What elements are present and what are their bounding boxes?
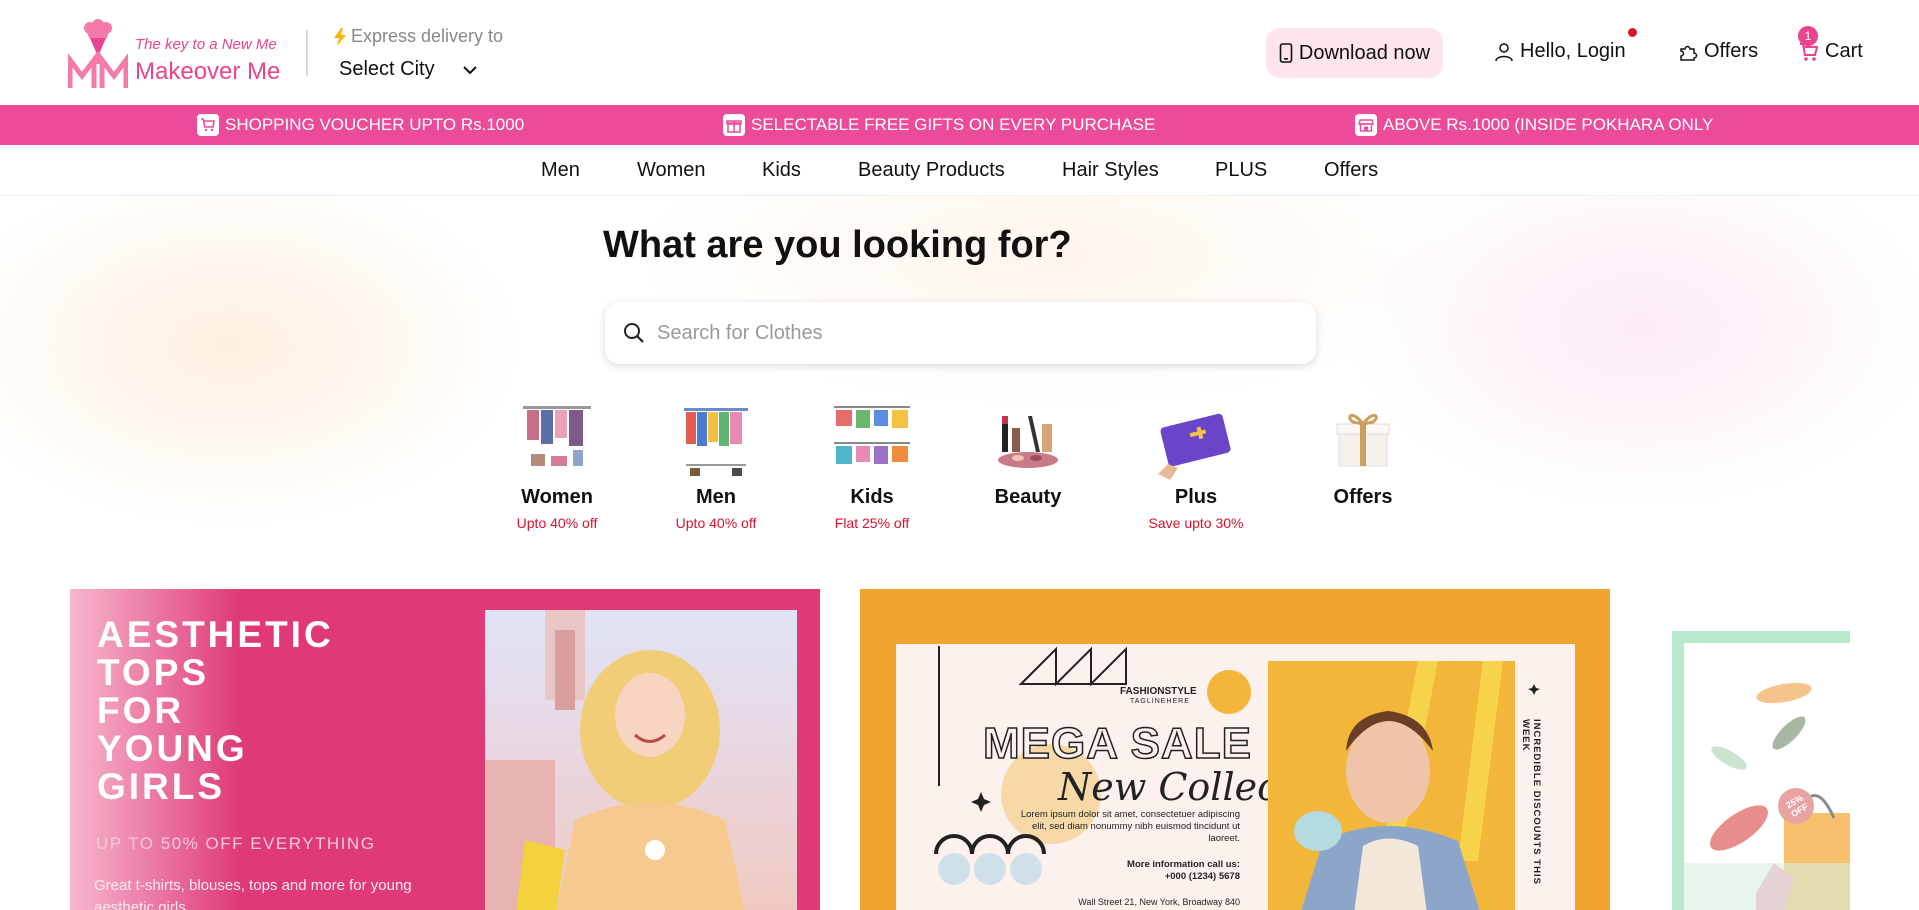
nav-item-beauty-products[interactable]: Beauty Products	[858, 159, 1005, 182]
category-discount: Upto 40% off	[675, 515, 757, 531]
promo-gifts: SELECTABLE FREE GIFTS ON EVERY PURCHASE	[723, 105, 1155, 145]
banner-subtitle: UP TO 50% OFF EVERYTHING	[96, 834, 376, 853]
download-app-label: Download now	[1298, 41, 1431, 64]
category-discount: Upto 40% off	[516, 515, 598, 531]
category-discount: Flat 25% off	[834, 515, 910, 531]
poster-headline: MEGA SALE	[982, 718, 1252, 769]
category-kids[interactable]: Kids Flat 25% off	[802, 402, 942, 531]
category-label: Women	[521, 486, 593, 508]
site-header: The key to a New Me Makeover Me Express …	[0, 0, 1919, 105]
cart-count-badge: 1	[1798, 26, 1818, 46]
nav-item-kids[interactable]: Kids	[762, 159, 801, 182]
promo-pokhara-text: ABOVE Rs.1000 (INSIDE POKHARA ONLY	[1383, 115, 1714, 134]
model-photo	[1268, 661, 1515, 910]
login-label: Hello, Login	[1520, 40, 1626, 62]
banner-title: AESTHETIC TOPS FOR YOUNG GIRLS	[97, 614, 334, 807]
city-select-value: Select City	[339, 58, 435, 80]
express-delivery-label: Express delivery to	[333, 26, 503, 47]
express-delivery-text: Express delivery to	[351, 26, 504, 46]
promo-pokhara: ABOVE Rs.1000 (INSIDE POKHARA ONLY	[1355, 105, 1713, 145]
category-label: Plus	[1174, 486, 1218, 508]
banner-aesthetic-tops[interactable]: AESTHETIC TOPS FOR YOUNG GIRLS UP TO 50%…	[70, 589, 820, 910]
model-photo	[485, 610, 797, 910]
discount-poster: 25% OFF	[1684, 643, 1850, 910]
category-label: Kids	[850, 486, 894, 508]
login-link[interactable]: Hello, Login	[1494, 40, 1626, 63]
shopping-cart-icon	[197, 114, 219, 136]
category-beauty[interactable]: Beauty	[958, 402, 1098, 515]
header-divider	[306, 30, 308, 76]
main-nav: Men Women Kids Beauty Products Hair Styl…	[0, 145, 1919, 195]
nav-item-plus[interactable]: PLUS	[1215, 159, 1267, 182]
promo-voucher: SHOPPING VOUCHER UPTO Rs.1000	[197, 105, 524, 145]
chevron-down-icon	[462, 65, 477, 74]
nav-item-women[interactable]: Women	[637, 159, 706, 182]
category-plus[interactable]: Plus Save upto 30%	[1126, 402, 1266, 531]
banner-mega-sale[interactable]: FASHIONSTYLE TAGLINEHERE MEGA SALE New C…	[860, 589, 1610, 910]
notification-dot	[1628, 28, 1637, 37]
category-women[interactable]: Women Upto 40% off	[487, 402, 627, 531]
search-input[interactable]	[657, 321, 1257, 345]
search-bar[interactable]	[605, 302, 1316, 364]
category-offers[interactable]: Offers	[1293, 402, 1433, 515]
kids-clothes-image	[832, 402, 912, 482]
phone-icon	[1279, 43, 1293, 63]
nav-item-men[interactable]: Men	[541, 159, 580, 182]
men-clothes-image	[676, 402, 756, 482]
poster-phone: +000 (1234) 5678	[1164, 871, 1240, 882]
category-men[interactable]: Men Upto 40% off	[646, 402, 786, 531]
category-discount: Save upto 30%	[1148, 515, 1244, 531]
promo-gifts-text: SELECTABLE FREE GIFTS ON EVERY PURCHASE	[751, 115, 1156, 134]
user-icon	[1495, 42, 1513, 61]
brand-logo[interactable]	[67, 18, 129, 88]
poster-address: Wall Street 21, New York, Broadway 840	[1078, 897, 1240, 907]
hero-title: What are you looking for?	[603, 224, 1072, 266]
cart-label: Cart	[1825, 40, 1863, 62]
lightning-icon	[334, 27, 346, 46]
search-icon	[624, 323, 644, 343]
nav-item-hair-styles[interactable]: Hair Styles	[1062, 159, 1159, 182]
offers-link[interactable]: Offers	[1678, 40, 1758, 63]
brand-tagline: The key to a New Me	[135, 36, 277, 53]
promo-bar: SHOPPING VOUCHER UPTO Rs.1000 SELECTABLE…	[0, 105, 1919, 145]
brand-name[interactable]: Makeover Me	[135, 58, 280, 86]
women-clothes-image	[517, 402, 597, 482]
poster-contact-label: More information call us:	[1127, 859, 1240, 870]
poster-vertical-text: INCREDIBLE DISCOUNTS THIS WEEK	[1520, 719, 1542, 885]
poster-body: Lorem ipsum dolor sit amet, consectetuer…	[1020, 809, 1240, 844]
nav-item-offers[interactable]: Offers	[1324, 159, 1378, 182]
plus-card-image	[1156, 402, 1236, 482]
store-icon	[1355, 114, 1377, 136]
poster-tagline: TAGLINEHERE	[1130, 698, 1190, 705]
category-label: Men	[696, 486, 736, 508]
category-label: Offers	[1333, 486, 1393, 508]
download-app-button[interactable]: Download now	[1266, 28, 1443, 78]
category-label: Beauty	[994, 486, 1062, 508]
puzzle-icon	[1680, 45, 1698, 61]
offers-label: Offers	[1704, 40, 1759, 62]
promo-voucher-text: SHOPPING VOUCHER UPTO Rs.1000	[225, 115, 525, 134]
city-select[interactable]: Select City	[339, 58, 477, 81]
banner-description: Great t-shirts, blouses, tops and more f…	[94, 877, 412, 910]
beauty-products-image	[988, 402, 1068, 482]
gift-icon	[723, 114, 745, 136]
poster-brand: FASHIONSTYLE	[1120, 686, 1197, 697]
poster-contact: More information call us: +000 (1234) 56…	[1060, 859, 1240, 883]
gift-box-image	[1323, 402, 1403, 482]
banner-discount-partial[interactable]: 25% OFF	[1672, 631, 1850, 910]
